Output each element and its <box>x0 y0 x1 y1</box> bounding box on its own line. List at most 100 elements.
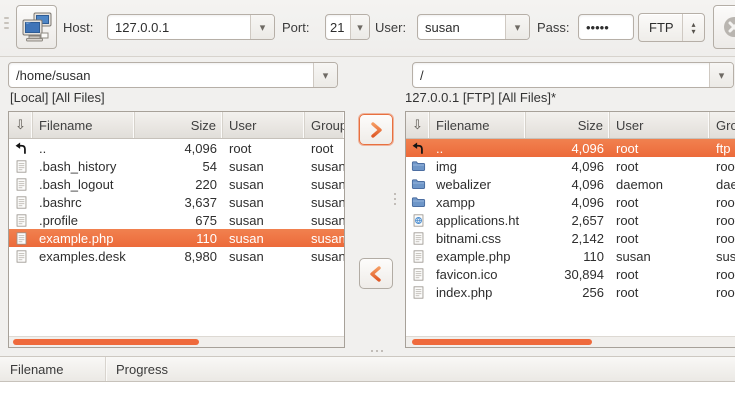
upload-arrow-button[interactable] <box>359 114 393 145</box>
pane-splitter-handle[interactable] <box>394 193 396 205</box>
size-cell: 256 <box>526 285 610 300</box>
file-row-..[interactable]: ..4,096rootftp <box>406 139 735 157</box>
size-cell: 3,637 <box>135 195 223 210</box>
file-row-..[interactable]: ..4,096rootroot <box>9 139 344 157</box>
local-file-list: ⇩ Filename Size User Group ..4,096rootro… <box>8 111 345 348</box>
queue-column-progress[interactable]: Progress <box>106 362 168 377</box>
remote-path-input[interactable] <box>413 63 709 87</box>
local-list-header: ⇩ Filename Size User Group <box>9 112 344 139</box>
host-input[interactable] <box>108 15 250 39</box>
size-cell: 4,096 <box>526 177 610 192</box>
user-cell: susan <box>223 231 305 246</box>
file-icon <box>9 247 33 265</box>
local-path-dropdown-icon[interactable]: ▾ <box>313 63 337 87</box>
toolbar: Host: ▾ Port: ▾ User: ▾ Pass: FTP ▴ ▾ <box>0 0 735 57</box>
file-row-bitnami.css[interactable]: bitnami.css2,142rootroot <box>406 229 735 247</box>
local-hscrollbar[interactable] <box>9 336 344 347</box>
connect-button[interactable] <box>16 5 57 49</box>
toolbar-drag-handle[interactable] <box>4 17 9 29</box>
remote-hscrollbar[interactable] <box>406 336 735 347</box>
file-row-.profile[interactable]: .profile675susansusan <box>9 211 344 229</box>
filename-cell: .bash_logout <box>33 177 135 192</box>
protocol-value: FTP <box>639 14 682 41</box>
local-path-input[interactable] <box>9 63 313 87</box>
parent-dir-icon <box>406 139 430 157</box>
filename-cell: index.php <box>430 285 526 300</box>
file-row-.bash_history[interactable]: .bash_history54susansusan <box>9 157 344 175</box>
group-cell: root <box>710 285 735 300</box>
file-row-examples.desk[interactable]: examples.desk8,980susansusan <box>9 247 344 265</box>
filename-cell: favicon.ico <box>430 267 526 282</box>
host-combo: ▾ <box>107 14 275 40</box>
local-rows: ..4,096rootroot.bash_history54susansusan… <box>9 139 344 265</box>
pass-entry <box>578 14 634 40</box>
file-row-.bash_logout[interactable]: .bash_logout220susansusan <box>9 175 344 193</box>
user-cell: susan <box>223 177 305 192</box>
left-arrow-icon <box>368 266 384 282</box>
sort-icon[interactable]: ⇩ <box>406 112 430 138</box>
user-cell: root <box>610 213 710 228</box>
file-row-example.php[interactable]: example.php110susansusan <box>9 229 344 247</box>
remote-path-combo: ▾ <box>412 62 734 88</box>
download-arrow-button[interactable] <box>359 258 393 289</box>
remote-status-label: 127.0.0.1 [FTP] [All Files]* <box>405 90 556 108</box>
group-cell: daemon <box>710 177 735 192</box>
user-cell: root <box>610 267 710 282</box>
queue-splitter-handle[interactable] <box>371 350 383 352</box>
host-dropdown-icon[interactable]: ▾ <box>250 15 274 39</box>
column-header-group[interactable]: Group <box>710 112 735 138</box>
folder-icon <box>406 157 430 175</box>
file-icon <box>9 193 33 211</box>
folder-icon <box>406 175 430 193</box>
sort-icon[interactable]: ⇩ <box>9 112 33 138</box>
filename-cell: .. <box>33 141 135 156</box>
user-cell: susan <box>223 159 305 174</box>
size-cell: 4,096 <box>135 141 223 156</box>
user-cell: root <box>610 231 710 246</box>
column-header-filename[interactable]: Filename <box>33 112 135 138</box>
column-header-user[interactable]: User <box>610 112 710 138</box>
user-cell: root <box>610 195 710 210</box>
local-hscrollbar-thumb[interactable] <box>13 339 199 345</box>
file-icon <box>9 157 33 175</box>
port-dropdown-icon[interactable]: ▾ <box>350 15 369 39</box>
size-cell: 30,894 <box>526 267 610 282</box>
port-label: Port: <box>282 20 309 35</box>
filename-cell: .profile <box>33 213 135 228</box>
user-dropdown-icon[interactable]: ▾ <box>505 15 529 39</box>
file-row-applications.ht[interactable]: applications.ht2,657rootroot <box>406 211 735 229</box>
file-row-index.php[interactable]: index.php256rootroot <box>406 283 735 301</box>
user-cell: daemon <box>610 177 710 192</box>
column-header-group[interactable]: Group <box>305 112 344 138</box>
file-row-.bashrc[interactable]: .bashrc3,637susansusan <box>9 193 344 211</box>
user-combo: ▾ <box>417 14 530 40</box>
file-row-xampp[interactable]: xampp4,096rootroot <box>406 193 735 211</box>
stop-button[interactable] <box>713 5 735 49</box>
filename-cell: .bash_history <box>33 159 135 174</box>
column-header-size[interactable]: Size <box>135 112 223 138</box>
gftp-window: Host: ▾ Port: ▾ User: ▾ Pass: FTP ▴ ▾ <box>0 0 735 405</box>
remote-hscrollbar-thumb[interactable] <box>412 339 592 345</box>
filename-cell: img <box>430 159 526 174</box>
protocol-spinner[interactable]: FTP ▴ ▾ <box>638 13 705 42</box>
host-label: Host: <box>63 20 93 35</box>
file-row-favicon.ico[interactable]: favicon.ico30,894rootroot <box>406 265 735 283</box>
protocol-spin-arrows[interactable]: ▴ ▾ <box>682 14 704 41</box>
queue-column-filename[interactable]: Filename <box>0 362 105 377</box>
column-header-filename[interactable]: Filename <box>430 112 526 138</box>
pass-input[interactable] <box>579 15 633 39</box>
column-header-size[interactable]: Size <box>526 112 610 138</box>
port-input[interactable] <box>326 15 350 39</box>
file-row-webalizer[interactable]: webalizer4,096daemondaemon <box>406 175 735 193</box>
transfer-queue-list[interactable] <box>0 382 735 405</box>
local-path-combo: ▾ <box>8 62 338 88</box>
file-row-img[interactable]: img4,096rootroot <box>406 157 735 175</box>
file-row-example.php[interactable]: example.php110susansusan <box>406 247 735 265</box>
spin-down-icon: ▾ <box>691 28 695 35</box>
column-header-user[interactable]: User <box>223 112 305 138</box>
user-input[interactable] <box>418 15 505 39</box>
connect-computers-icon <box>21 11 53 43</box>
file-icon <box>9 175 33 193</box>
group-cell: root <box>710 267 735 282</box>
remote-path-dropdown-icon[interactable]: ▾ <box>709 63 733 87</box>
